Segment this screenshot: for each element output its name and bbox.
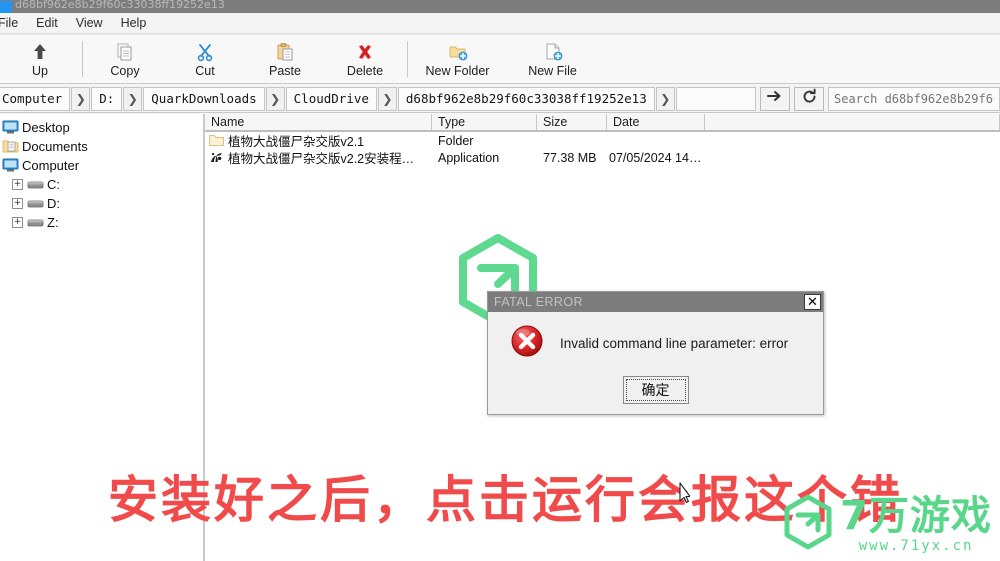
sidebar-item-desktop-label: Desktop [22, 120, 70, 135]
up-arrow-icon [30, 41, 50, 63]
sidebar-item-drive-z[interactable]: + Z: [0, 213, 203, 232]
new-folder-button[interactable]: New Folder [410, 35, 505, 83]
address-bar: Computer ❯ D: ❯ QuarkDownloads ❯ CloudDr… [0, 85, 1000, 113]
column-header-filler [705, 114, 1000, 130]
desktop-icon [2, 120, 19, 135]
sidebar-item-documents[interactable]: Documents [0, 137, 203, 156]
new-file-button-label: New File [528, 63, 577, 78]
dialog-footer: 确定 [488, 376, 823, 404]
column-header-date[interactable]: Date [607, 114, 705, 130]
menu-view[interactable]: View [67, 14, 112, 32]
toolbar-separator-1 [82, 41, 83, 77]
table-row[interactable]: 植物大战僵尸杂交版v2.1 Folder [205, 132, 1000, 149]
column-header-size[interactable]: Size [537, 114, 607, 130]
expander-icon-d[interactable]: + [12, 198, 23, 209]
breadcrumb-quarkdownloads[interactable]: QuarkDownloads [143, 86, 265, 111]
sidebar-item-drive-c[interactable]: + C: [0, 175, 203, 194]
ok-button[interactable]: 确定 [622, 376, 689, 404]
file-name-cell: 植物大战僵尸杂交版v2.2安装程… [205, 148, 432, 167]
dialog-body: Invalid command line parameter: error [488, 312, 823, 363]
sidebar-item-documents-label: Documents [22, 139, 88, 154]
up-button[interactable]: Up [0, 35, 80, 83]
drive-icon [27, 178, 44, 191]
new-folder-button-label: New Folder [425, 63, 490, 78]
search-box[interactable] [828, 86, 1000, 111]
copy-button-label: Copy [110, 63, 140, 78]
sidebar-tree: Desktop Documents Computer + C: + D: + Z… [0, 114, 205, 561]
breadcrumb-drive-d[interactable]: D: [91, 86, 123, 111]
delete-button-label: Delete [346, 63, 384, 78]
close-icon[interactable]: ✕ [804, 294, 821, 310]
clipboard-icon [275, 41, 295, 63]
copy-icon [115, 41, 135, 63]
table-row[interactable]: 植物大战僵尸杂交版v2.2安装程… Application 77.38 MB 0… [205, 149, 1000, 166]
refresh-button[interactable] [794, 86, 824, 111]
breadcrumb-separator-icon-1[interactable]: ❯ [71, 86, 91, 111]
new-file-icon [543, 41, 563, 63]
window-icon [0, 0, 12, 13]
file-type-cell: Application [438, 150, 500, 165]
dialog-titlebar: FATAL ERROR ✕ [488, 292, 823, 312]
breadcrumb-separator-icon-3[interactable]: ❯ [265, 86, 285, 111]
breadcrumb-current-folder[interactable]: d68bf962e8b29f60c33038ff19252e13 [397, 86, 655, 111]
sidebar-item-computer-label: Computer [22, 158, 80, 173]
window-titlebar: d68bf962e8b29f60c33038ff19252e13 [0, 0, 1000, 13]
toolbar: Up Copy Cut Paste Delete New Folder New … [0, 34, 1000, 84]
column-header-type[interactable]: Type [432, 114, 537, 130]
breadcrumb-clouddrive[interactable]: CloudDrive [285, 86, 377, 111]
window-title: d68bf962e8b29f60c33038ff19252e13 [15, 0, 225, 11]
sidebar-item-drive-d-label: D: [47, 196, 60, 211]
new-file-button[interactable]: New File [505, 35, 600, 83]
go-button[interactable] [760, 86, 790, 111]
search-input[interactable] [834, 91, 994, 106]
menu-edit[interactable]: Edit [27, 14, 67, 32]
menu-help[interactable]: Help [112, 14, 156, 32]
computer-icon [2, 158, 19, 173]
sidebar-item-computer[interactable]: Computer [0, 156, 203, 175]
expander-icon-z[interactable]: + [12, 217, 23, 228]
refresh-icon [801, 88, 818, 110]
paste-button[interactable]: Paste [245, 35, 325, 83]
file-type-cell: Folder [438, 133, 474, 148]
toolbar-separator-2 [407, 41, 408, 77]
documents-icon [2, 139, 19, 154]
cut-button[interactable]: Cut [165, 35, 245, 83]
breadcrumb-separator-icon-5[interactable]: ❯ [655, 86, 675, 111]
breadcrumb-separator-icon-4[interactable]: ❯ [377, 86, 397, 111]
up-button-label: Up [32, 63, 48, 78]
error-circle-x-icon [510, 324, 544, 363]
delete-button[interactable]: Delete [325, 35, 405, 83]
cut-button-label: Cut [195, 63, 215, 78]
breadcrumb-computer[interactable]: Computer [0, 86, 71, 111]
arrow-right-icon [766, 88, 784, 109]
address-empty-area[interactable] [675, 86, 756, 111]
sidebar-item-desktop[interactable]: Desktop [0, 118, 203, 137]
sidebar-item-drive-z-label: Z: [47, 215, 59, 230]
file-manager-window: d68bf962e8b29f60c33038ff19252e13 File Ed… [0, 0, 1000, 561]
file-size-cell: 77.38 MB [543, 150, 597, 165]
menu-file[interactable]: File [0, 14, 27, 32]
drive-icon [27, 216, 44, 229]
dialog-title: FATAL ERROR [494, 295, 583, 309]
menu-bar: File Edit View Help [0, 13, 1000, 34]
application-icon [209, 151, 224, 164]
dialog-message: Invalid command line parameter: error [560, 336, 789, 351]
fatal-error-dialog: FATAL ERROR ✕ Invalid command line param… [487, 291, 824, 415]
scissors-icon [195, 41, 215, 63]
folder-icon [209, 134, 224, 147]
column-header-name[interactable]: Name [205, 114, 432, 130]
file-name-text: 植物大战僵尸杂交版v2.2安装程… [228, 152, 415, 166]
sidebar-item-drive-d[interactable]: + D: [0, 194, 203, 213]
drive-icon [27, 197, 44, 210]
paste-button-label: Paste [269, 63, 301, 78]
expander-icon-c[interactable]: + [12, 179, 23, 190]
copy-button[interactable]: Copy [85, 35, 165, 83]
file-list-header: Name Type Size Date [205, 114, 1000, 132]
red-x-icon [355, 41, 375, 63]
sidebar-item-drive-c-label: C: [47, 177, 60, 192]
new-folder-icon [448, 41, 468, 63]
file-date-cell: 07/05/2024 14… [609, 150, 702, 165]
breadcrumb-separator-icon-2[interactable]: ❯ [123, 86, 143, 111]
